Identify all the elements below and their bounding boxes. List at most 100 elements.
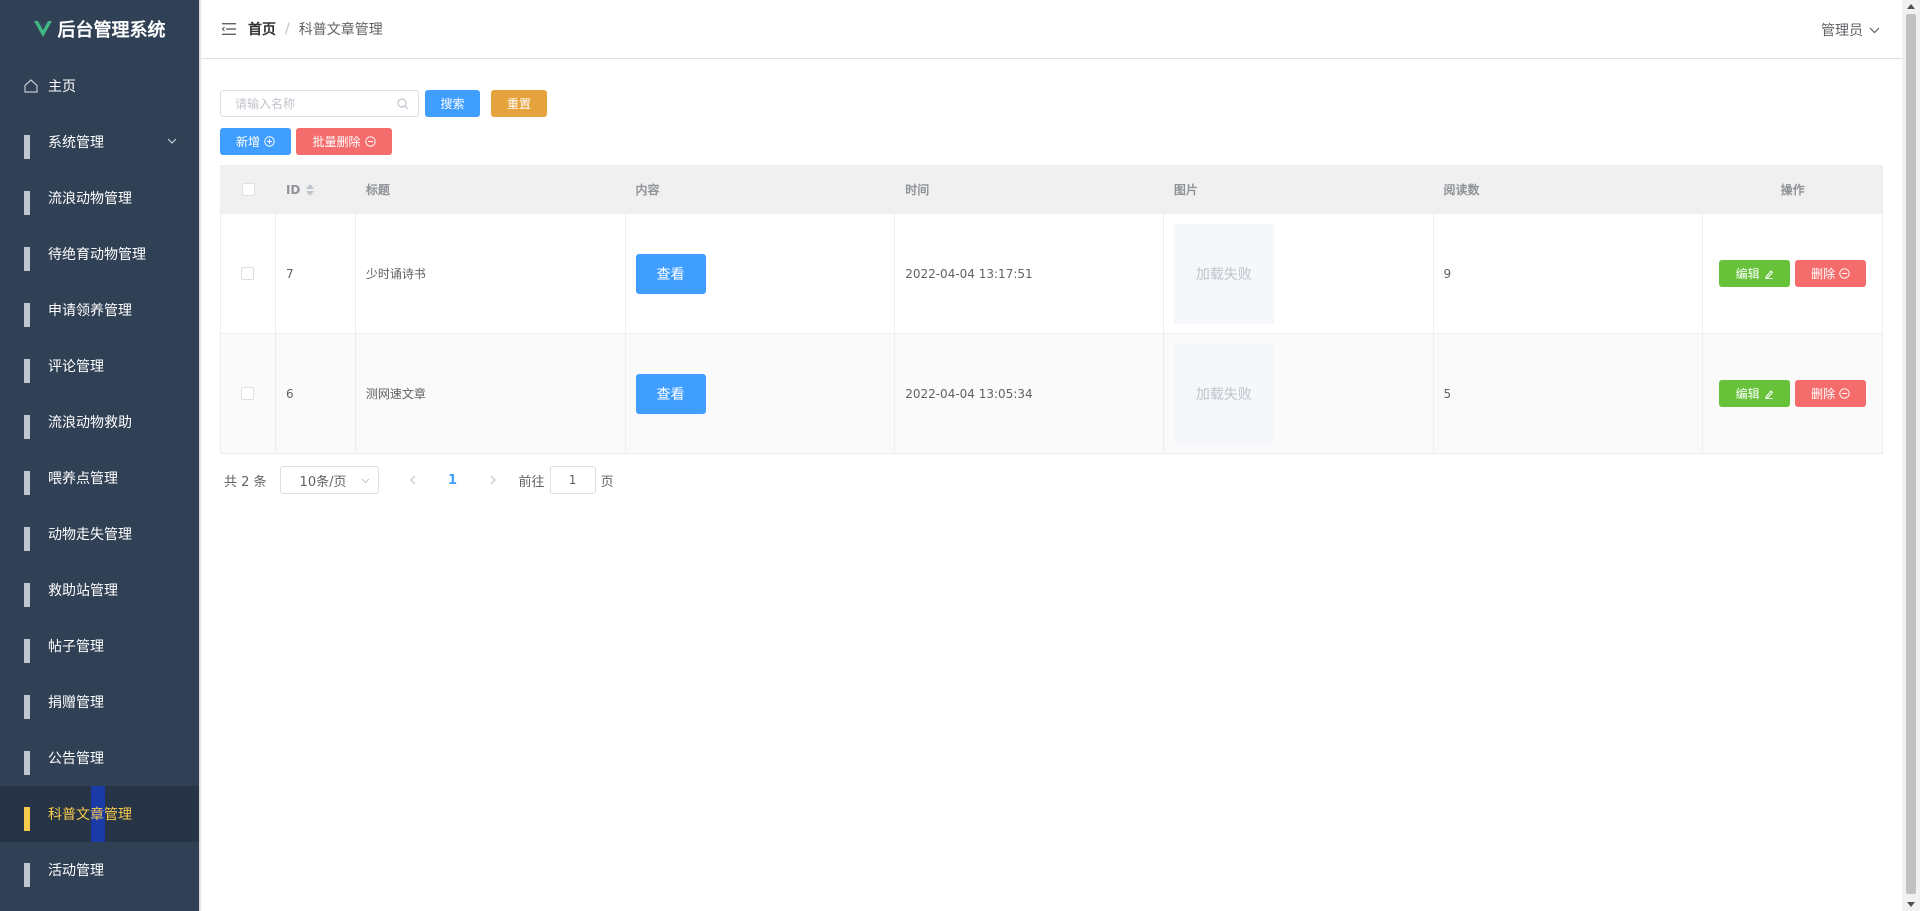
sidebar-item-comments[interactable]: 评论管理 [0,338,199,394]
sidebar-item-label: 动物走失管理 [48,527,132,543]
sidebar-item-label: 捐赠管理 [48,695,104,711]
pagination: 共 2 条 10条/页 1 前往 页 [224,466,614,494]
minus-circle-icon [1839,268,1850,279]
sidebar-item-adoption[interactable]: 申请领养管理 [0,282,199,338]
view-content-button[interactable]: 查看 [635,253,706,294]
column-header-id: ID [285,182,301,197]
search-icon [397,98,409,110]
breadcrumb-current: 科普文章管理 [298,22,383,38]
select-all-checkbox[interactable] [241,183,255,196]
scroll-down-arrow-icon[interactable] [1907,902,1915,907]
chevron-down-icon [167,138,177,144]
row-checkbox[interactable] [241,387,255,400]
grid-icon [24,583,38,607]
row-title: 少时诵诗书 [356,214,626,333]
home-icon [24,79,38,93]
minus-circle-icon [1839,388,1850,399]
sidebar-item-rescue-stations[interactable]: 救助站管理 [0,562,199,618]
breadcrumb-separator: / [285,21,290,37]
sidebar-item-activities[interactable]: 活动管理 [0,842,199,898]
delete-button[interactable]: 删除 [1795,260,1867,287]
row-time: 2022-04-04 13:17:51 [895,214,1164,333]
row-select-cell [221,214,276,333]
header-cell-ops: 操作 [1703,166,1882,213]
delete-button[interactable]: 删除 [1795,380,1867,407]
scroll-up-arrow-icon[interactable] [1907,4,1915,9]
page-size-select[interactable]: 10条/页 [279,466,379,494]
goto-suffix: 页 [600,474,614,490]
edit-button[interactable]: 编辑 [1719,260,1791,287]
grid-icon [24,247,38,271]
edit-button[interactable]: 编辑 [1719,380,1791,407]
grid-icon [24,415,38,439]
sidebar-item-label: 喂养点管理 [48,471,118,487]
table-header: ID 标题 内容 时间 图片 阅读数 操作 [221,166,1882,214]
sidebar-item-label: 申请领养管理 [48,303,132,319]
goto-page-input[interactable] [549,466,596,494]
row-image-cell: 加载失败 [1164,334,1434,453]
sidebar-item-label: 科普文章管理 [48,807,132,823]
grid-icon [24,471,38,495]
vue-logo-icon [33,21,52,37]
sidebar-item-label: 公告管理 [48,751,104,767]
sort-icon[interactable] [306,183,315,196]
search-button[interactable]: 搜索 [425,90,480,117]
sidebar-menu: 主页 系统管理 流浪动物管理 待绝育动物管理 申请领养管理 评论管理 流浪动物救… [0,58,199,898]
sidebar-item-sterilization[interactable]: 待绝育动物管理 [0,226,199,282]
sidebar-item-feeding-points[interactable]: 喂养点管理 [0,450,199,506]
sidebar-item-rescue[interactable]: 流浪动物救助 [0,394,199,450]
next-page-icon[interactable] [482,474,502,486]
edit-button-label: 编辑 [1735,267,1760,281]
search-input[interactable] [221,91,391,116]
header-cell-id[interactable]: ID [276,166,356,213]
sidebar-item-posts[interactable]: 帖子管理 [0,618,199,674]
edit-button-label: 编辑 [1735,387,1760,401]
add-button[interactable]: 新增 [220,128,291,155]
sidebar: 后台管理系统 主页 系统管理 流浪动物管理 待绝育动物管理 申请领养管理 评论管… [0,0,199,911]
header-cell-title: 标题 [356,166,626,213]
column-header-title: 标题 [365,183,390,197]
sidebar-item-donations[interactable]: 捐赠管理 [0,674,199,730]
sidebar-item-system[interactable]: 系统管理 [0,114,199,170]
reset-button[interactable]: 重置 [491,90,547,117]
scrollbar-thumb[interactable] [1906,14,1916,894]
row-title: 测网速文章 [356,334,626,453]
user-menu[interactable]: 管理员 [1821,20,1880,40]
row-reads: 5 [1434,334,1704,453]
column-header-image: 图片 [1173,183,1198,197]
app-logo[interactable]: 后台管理系统 [0,0,199,58]
edit-icon [1764,269,1773,279]
header-cell-select [221,166,276,213]
prev-page-icon[interactable] [404,474,424,486]
grid-icon [24,639,38,663]
image-load-failed: 加载失败 [1173,343,1274,444]
sidebar-item-science-articles[interactable]: 科普文章管理 [0,786,199,842]
user-name: 管理员 [1821,23,1863,39]
sidebar-item-label: 主页 [48,79,76,95]
grid-icon [24,863,38,887]
row-checkbox[interactable] [241,267,255,280]
batch-delete-label: 批量删除 [312,135,361,149]
goto-label: 前往 [518,474,545,490]
batch-delete-button[interactable]: 批量删除 [296,128,392,155]
hamburger-menu-icon[interactable] [222,23,236,35]
plus-circle-icon [264,136,275,147]
sidebar-item-lost-animals[interactable]: 动物走失管理 [0,506,199,562]
sidebar-item-announcements[interactable]: 公告管理 [0,730,199,786]
view-content-button[interactable]: 查看 [635,373,706,414]
table-row: 7 少时诵诗书 查看 2022-04-04 13:17:51 加载失败 9 编辑… [221,214,1882,334]
grid-icon [24,359,38,383]
sidebar-item-stray-animals[interactable]: 流浪动物管理 [0,170,199,226]
row-content-cell: 查看 [626,214,896,333]
articles-table: ID 标题 内容 时间 图片 阅读数 操作 7 少时诵诗书 查看 2022-04… [220,165,1883,454]
sidebar-item-label: 评论管理 [48,359,104,375]
row-actions: 编辑 删除 [1703,334,1882,453]
page-number-current[interactable]: 1 [443,473,463,488]
sidebar-item-label: 流浪动物管理 [48,191,132,207]
sidebar-item-home[interactable]: 主页 [0,58,199,114]
breadcrumb-home[interactable]: 首页 [248,19,276,39]
grid-icon [24,527,38,551]
search-field [220,90,419,117]
grid-icon [24,135,38,159]
page-scrollbar[interactable] [1902,0,1920,911]
